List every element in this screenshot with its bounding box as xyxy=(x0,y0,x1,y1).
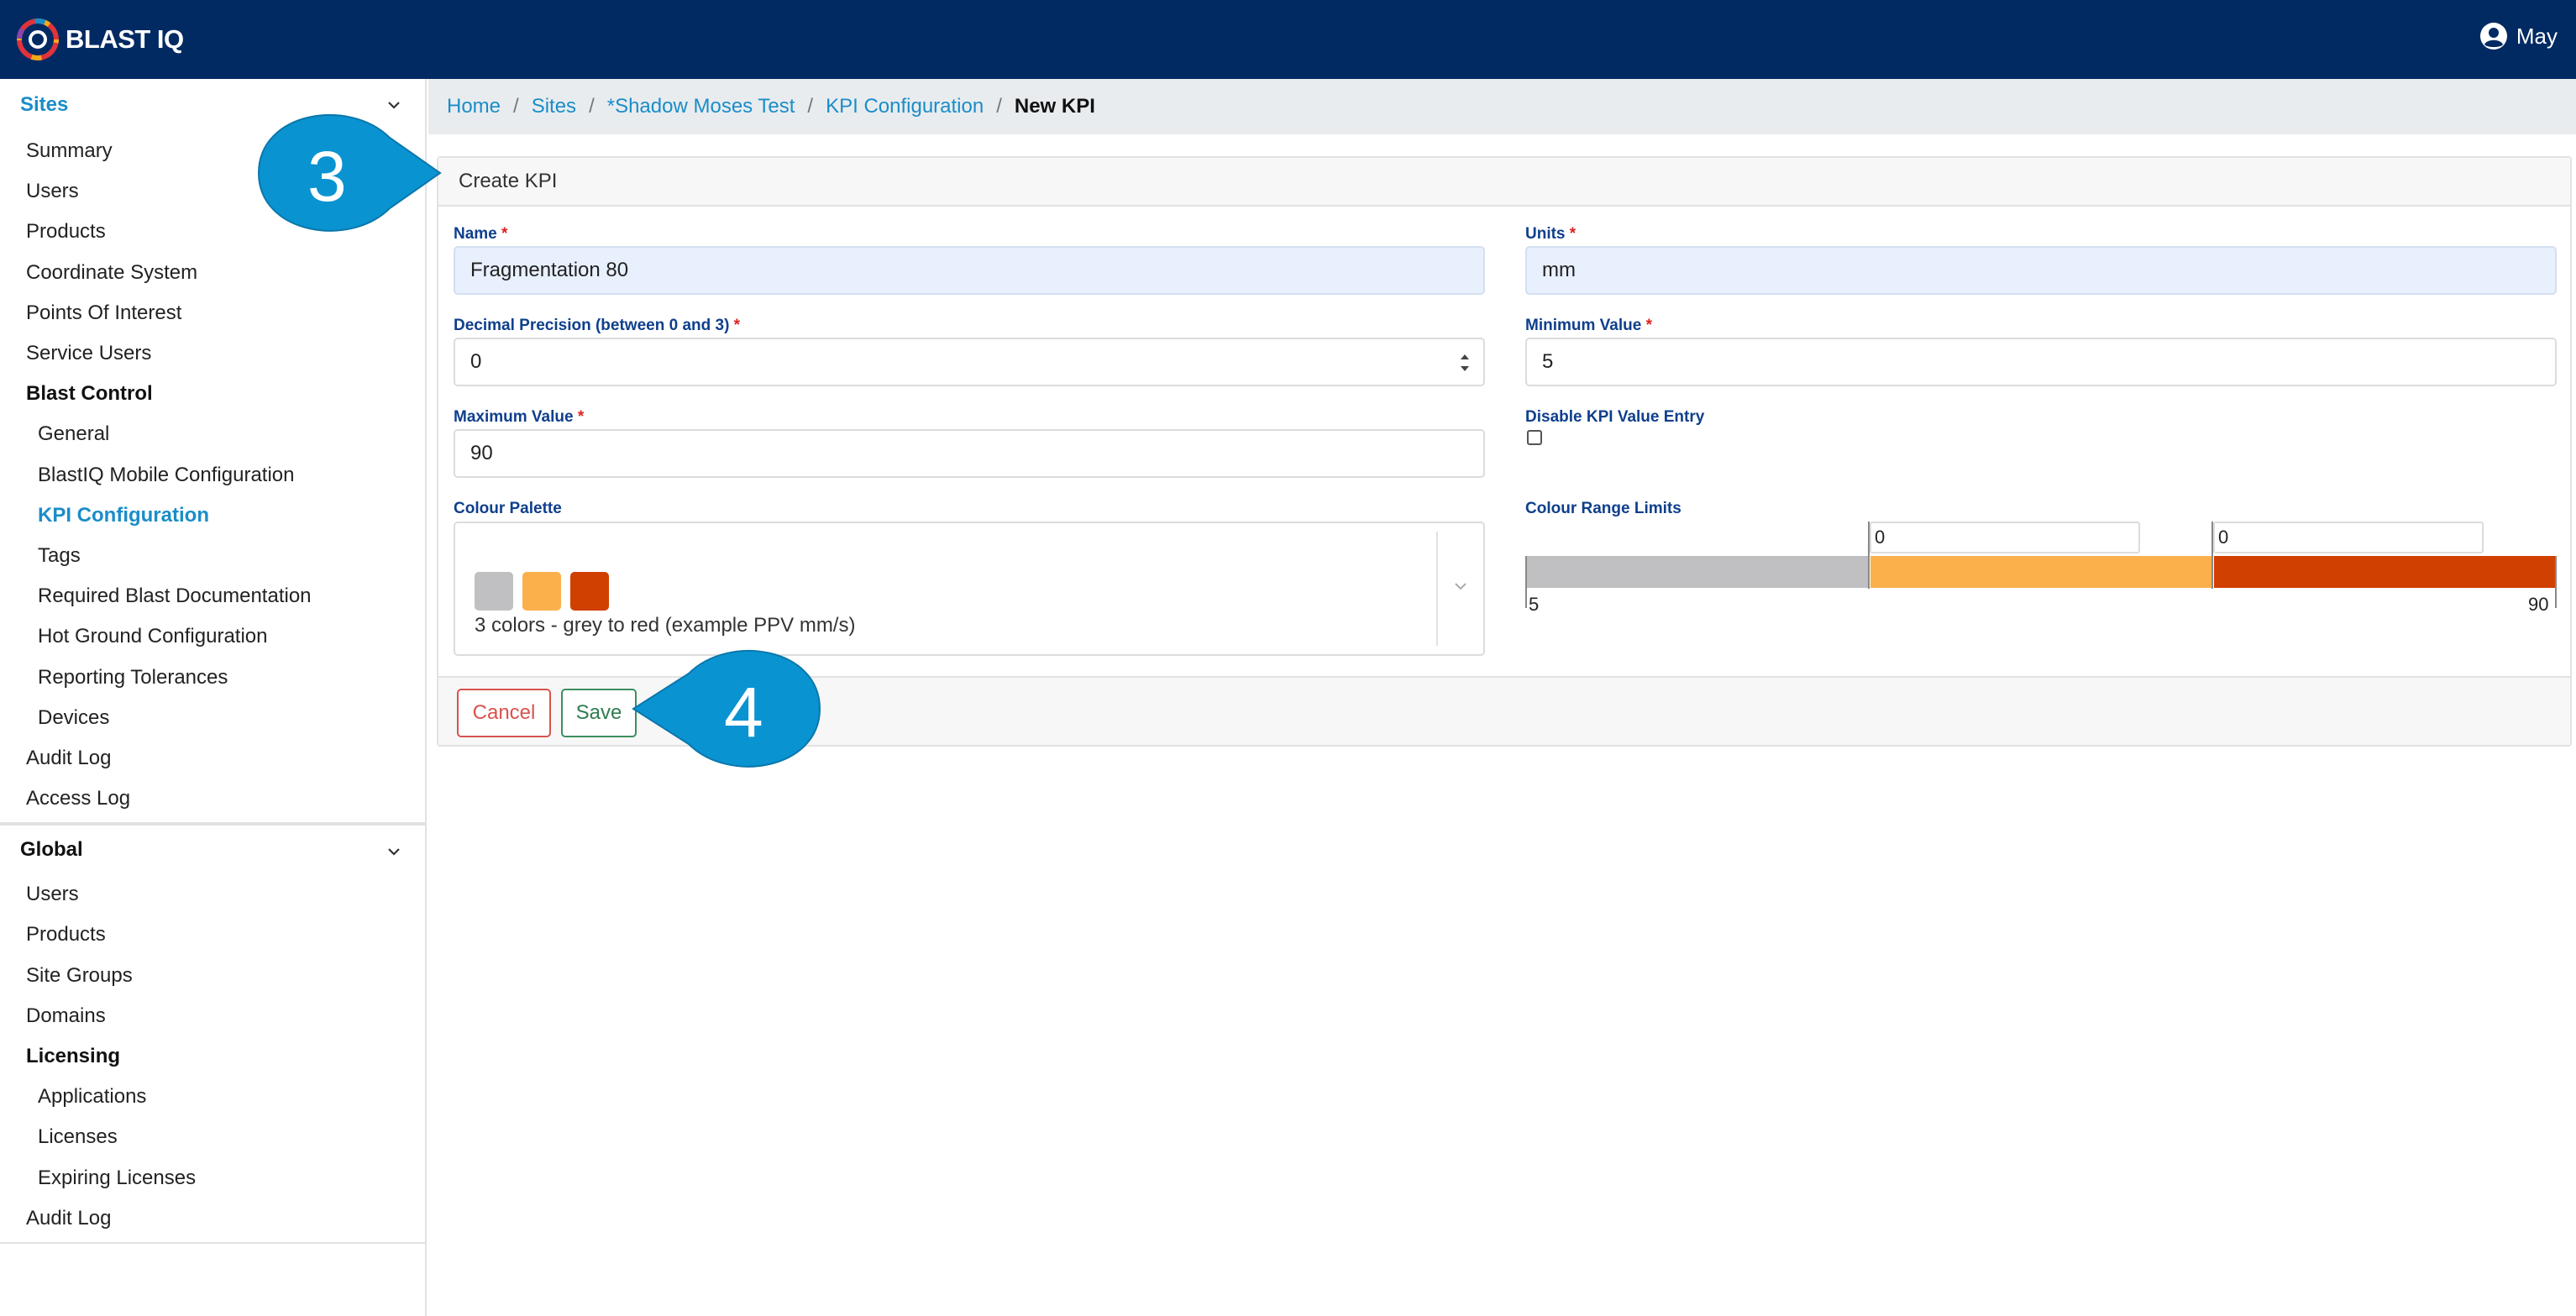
breadcrumb-separator: / xyxy=(589,95,595,118)
units-label: Units * xyxy=(1525,225,1577,243)
sidebar-item-points-of-interest[interactable]: Points Of Interest xyxy=(0,293,425,333)
sidebar-item-products[interactable]: Products xyxy=(0,915,425,955)
sidebar-item-access-log[interactable]: Access Log xyxy=(0,779,425,819)
range-handle-2[interactable] xyxy=(2211,522,2213,589)
sidebar-item-applications[interactable]: Applications xyxy=(0,1077,425,1117)
cancel-button[interactable]: Cancel xyxy=(457,689,551,737)
min-value-input[interactable]: 5 xyxy=(1525,338,2557,386)
palette-swatch-red xyxy=(570,572,609,611)
palette-description: 3 colors - grey to red (example PPV mm/s… xyxy=(475,614,856,637)
colour-palette-select[interactable]: 3 colors - grey to red (example PPV mm/s… xyxy=(454,522,1485,656)
range-end-value: 90 xyxy=(2528,594,2549,615)
select-divider xyxy=(1436,532,1438,646)
sidebar-item-users[interactable]: Users xyxy=(0,874,425,915)
sidebar-item-hot-ground-configuration[interactable]: Hot Ground Configuration xyxy=(0,616,425,657)
sidebar-item-tags[interactable]: Tags xyxy=(0,536,425,576)
breadcrumb-link-shadow-moses-test[interactable]: *Shadow Moses Test xyxy=(607,95,795,118)
save-button[interactable]: Save xyxy=(561,689,637,737)
breadcrumb-current: New KPI xyxy=(1014,95,1095,118)
breadcrumb: Home / Sites / *Shadow Moses Test / KPI Config… xyxy=(428,79,2576,134)
sidebar-item-blast-control[interactable]: Blast Control xyxy=(0,374,425,414)
step-number-4: 4 xyxy=(724,673,763,752)
chevron-down-icon xyxy=(388,848,400,856)
units-input[interactable]: mm xyxy=(1525,246,2557,295)
range-tick-start xyxy=(1525,556,1527,608)
user-menu[interactable]: May xyxy=(2479,22,2558,50)
breadcrumb-link-home[interactable]: Home xyxy=(447,95,501,118)
name-label: Name * xyxy=(454,225,508,243)
palette-swatch-orange xyxy=(522,572,561,611)
chevron-down-icon[interactable] xyxy=(1451,577,1470,595)
sidebar-item-audit-log[interactable]: Audit Log xyxy=(0,738,425,779)
sidebar-item-blastiq-mobile-configuration[interactable]: BlastIQ Mobile Configuration xyxy=(0,455,425,495)
sidebar-item-licenses[interactable]: Licenses xyxy=(0,1117,425,1157)
user-avatar-icon xyxy=(2479,23,2507,50)
card-title: Create KPI xyxy=(438,158,2570,207)
sidebar-item-coordinate-system[interactable]: Coordinate System xyxy=(0,253,425,293)
range-segment-orange xyxy=(1870,556,2212,588)
step-number-3: 3 xyxy=(307,137,347,216)
palette-swatch-grey xyxy=(475,572,513,611)
sidebar-item-required-blast-documentation[interactable]: Required Blast Documentation xyxy=(0,576,425,616)
app-logo[interactable]: BLAST IQ xyxy=(15,17,184,62)
sidebar-item-devices[interactable]: Devices xyxy=(0,698,425,738)
breadcrumb-separator: / xyxy=(996,95,1002,118)
max-value-input[interactable]: 90 xyxy=(454,429,1485,478)
sidebar-item-site-groups[interactable]: Site Groups xyxy=(0,956,425,996)
breadcrumb-link-kpi-configuration[interactable]: KPI Configuration xyxy=(826,95,984,118)
sidebar-item-audit-log[interactable]: Audit Log xyxy=(0,1198,425,1239)
range-segment-grey xyxy=(1527,556,1869,588)
sidebar-item-reporting-tolerances[interactable]: Reporting Tolerances xyxy=(0,657,425,697)
sidebar-item-general[interactable]: General xyxy=(0,414,425,454)
logo-text: BLAST IQ xyxy=(66,24,184,54)
range-segment-red xyxy=(2214,556,2556,588)
range-limit-1-input[interactable]: 0 xyxy=(1870,522,2140,553)
sidebar: Sites Summary Users Products Coordinate Sys… xyxy=(0,79,427,1316)
sidebar-item-service-users[interactable]: Service Users xyxy=(0,333,425,374)
sidebar-item-expiring-licenses[interactable]: Expiring Licenses xyxy=(0,1158,425,1198)
breadcrumb-separator: / xyxy=(513,95,519,118)
blastiq-logo-icon xyxy=(17,18,59,60)
max-value-label: Maximum Value * xyxy=(454,408,585,426)
precision-input[interactable]: 0 xyxy=(454,338,1485,386)
number-spinner-icon[interactable] xyxy=(1458,349,1472,376)
disable-entry-label: Disable KPI Value Entry xyxy=(1525,408,1705,426)
sidebar-global-list: Users Products Site Groups Domains Licensing… xyxy=(0,874,425,1239)
range-limit-2-input[interactable]: 0 xyxy=(2213,522,2484,553)
colour-range-label: Colour Range Limits xyxy=(1525,500,1681,517)
colour-palette-label: Colour Palette xyxy=(454,500,562,517)
sidebar-section-global[interactable]: Global xyxy=(0,824,425,874)
sidebar-item-licensing[interactable]: Licensing xyxy=(0,1036,425,1077)
step-callout-3 xyxy=(257,113,442,232)
sidebar-section-label: Global xyxy=(20,838,83,862)
top-navbar: BLAST IQ May xyxy=(0,0,2576,79)
name-input[interactable]: Fragmentation 80 xyxy=(454,246,1485,295)
sidebar-item-kpi-configuration[interactable]: KPI Configuration xyxy=(0,495,425,536)
breadcrumb-link-sites[interactable]: Sites xyxy=(532,95,576,118)
range-start-value: 5 xyxy=(1529,594,1540,615)
disable-entry-checkbox[interactable] xyxy=(1527,430,1542,445)
range-tick-end xyxy=(2555,556,2557,608)
sidebar-divider xyxy=(0,1239,425,1244)
precision-label: Decimal Precision (between 0 and 3) * xyxy=(454,317,741,334)
sidebar-section-label: Sites xyxy=(20,93,69,116)
range-handle-1[interactable] xyxy=(1868,522,1870,589)
user-name: May xyxy=(2516,23,2558,49)
breadcrumb-separator: / xyxy=(807,95,814,118)
min-value-label: Minimum Value * xyxy=(1525,317,1652,334)
sidebar-item-domains[interactable]: Domains xyxy=(0,996,425,1036)
